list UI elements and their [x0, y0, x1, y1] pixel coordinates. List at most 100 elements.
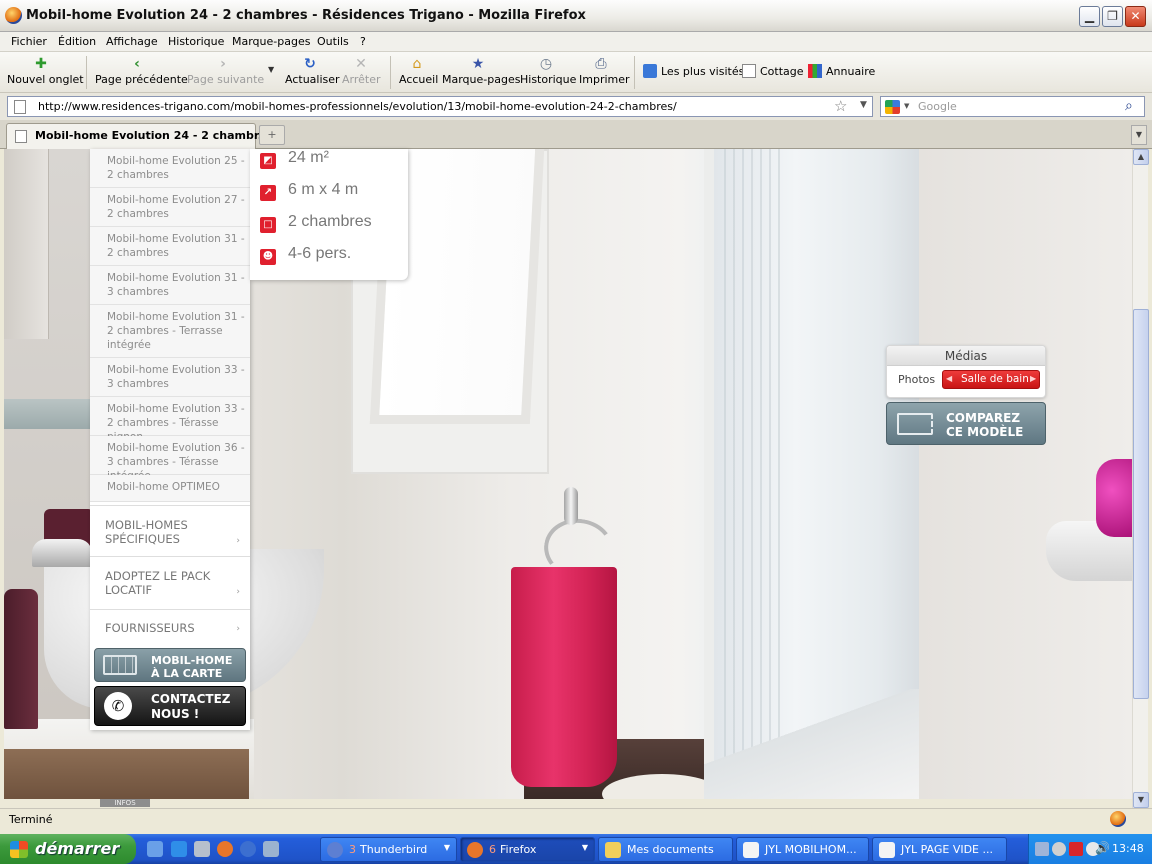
reload-button[interactable]: ↻ Actualiser: [285, 54, 340, 91]
bookmark-cottage[interactable]: Cottage: [742, 64, 804, 78]
bookmarks-button[interactable]: ★ Marque-pages: [442, 54, 520, 91]
model-link[interactable]: Mobil-home Evolution 31 - 2 chambres - T…: [90, 305, 250, 358]
next-arrow-icon[interactable]: ▶: [1030, 374, 1036, 383]
photo-category-value: Salle de bain: [961, 373, 1029, 385]
menu-marque-pages[interactable]: Marque-pages: [232, 35, 310, 48]
menu-historique[interactable]: Historique: [168, 35, 224, 48]
system-tray: 🔊 13:48: [1028, 834, 1152, 864]
task-label: Firefox: [500, 843, 537, 856]
clock[interactable]: 13:48: [1112, 842, 1144, 855]
search-bar[interactable]: ▼ Google ⌕: [880, 96, 1145, 117]
section-label: FOURNISSEURS: [105, 621, 195, 635]
compare-plan-icon: [897, 413, 933, 435]
section-mobil-homes-specifiques[interactable]: MOBIL-HOMES SPÉCIFIQUES ›: [90, 505, 250, 549]
minimize-button[interactable]: ▁: [1079, 6, 1100, 27]
history-dropdown-icon[interactable]: ▼: [268, 65, 274, 74]
bookmark-label: Annuaire: [826, 65, 876, 78]
model-link[interactable]: Mobil-home Evolution 31 - 2 chambres: [90, 227, 250, 266]
new-tab-button[interactable]: ✚ Nouvel onglet: [7, 54, 84, 91]
google-icon[interactable]: [885, 100, 900, 114]
menu-affichage[interactable]: Affichage: [106, 35, 158, 48]
contact-label-2: NOUS !: [151, 707, 200, 721]
prev-arrow-icon[interactable]: ◀: [946, 374, 952, 383]
document-icon: [743, 842, 759, 858]
back-button[interactable]: ‹ Page précédente: [95, 54, 188, 91]
model-link[interactable]: Mobil-home Evolution 33 - 3 chambres: [90, 358, 250, 397]
menu-help[interactable]: ?: [360, 35, 366, 48]
bookmark-label: Les plus visités: [661, 65, 745, 78]
task-mes-documents[interactable]: Mes documents: [598, 837, 733, 862]
printer-icon: ⎙: [595, 56, 607, 72]
scroll-up-icon[interactable]: ▲: [1133, 149, 1149, 165]
quicklaunch-ie-icon[interactable]: [171, 841, 187, 857]
scrollbar-thumb[interactable]: [1133, 309, 1149, 699]
stop-icon: ✕: [355, 56, 367, 72]
start-button[interactable]: démarrer: [0, 834, 136, 864]
home-button[interactable]: ⌂ Accueil: [399, 54, 438, 91]
vertical-scrollbar[interactable]: ▲ ▼: [1132, 149, 1149, 808]
quicklaunch-desktop-icon[interactable]: [147, 841, 163, 857]
task-thunderbird[interactable]: 3 Thunderbird ▼: [320, 837, 457, 862]
print-button[interactable]: ⎙ Imprimer: [579, 54, 630, 91]
quicklaunch-media-icon[interactable]: [240, 841, 256, 857]
search-icon[interactable]: ⌕: [1125, 98, 1133, 114]
engine-dropdown-icon[interactable]: ▼: [904, 102, 909, 110]
quicklaunch-app-icon[interactable]: [194, 841, 210, 857]
antivirus-icon[interactable]: [1069, 842, 1083, 856]
contactez-nous-button[interactable]: ✆ CONTACTEZ NOUS !: [94, 686, 246, 726]
spec-area-value: 24 m²: [288, 149, 329, 166]
scroll-down-icon[interactable]: ▼: [1133, 792, 1149, 808]
stop-button[interactable]: ✕ Arrêter: [342, 54, 381, 91]
model-link[interactable]: Mobil-home Evolution 25 - 2 chambres: [90, 149, 250, 188]
background-pink-vase: [1096, 459, 1132, 537]
mobil-home-a-la-carte-button[interactable]: MOBIL-HOME À LA CARTE: [94, 648, 246, 682]
page-icon: [14, 100, 26, 114]
task-jyl-page-vide[interactable]: JYL PAGE VIDE ...: [872, 837, 1007, 862]
maximize-button[interactable]: ❐: [1102, 6, 1123, 27]
new-tab-plus-button[interactable]: +: [259, 125, 285, 145]
url-bar[interactable]: http://www.residences-trigano.com/mobil-…: [7, 96, 873, 117]
task-jyl-mobilhom[interactable]: JYL MOBILHOM...: [736, 837, 869, 862]
windows-flag-icon: [10, 841, 28, 858]
compare-model-button[interactable]: COMPAREZ CE MODÈLE: [886, 402, 1046, 445]
background-bottle: [4, 589, 38, 729]
menu-fichier[interactable]: Fichier: [11, 35, 47, 48]
url-text[interactable]: http://www.residences-trigano.com/mobil-…: [38, 100, 677, 113]
quicklaunch-user-icon[interactable]: [263, 841, 279, 857]
bookmark-star-icon[interactable]: ☆: [834, 97, 847, 115]
bookmark-annuaire[interactable]: Annuaire: [808, 64, 875, 78]
tray-app-icon[interactable]: [1052, 842, 1066, 856]
tab-list-button[interactable]: ▼: [1131, 125, 1147, 145]
model-link[interactable]: Mobil-home Evolution 36 - 3 chambres - T…: [90, 436, 250, 482]
forward-button[interactable]: › Page suivante: [187, 54, 264, 91]
menu-edition[interactable]: Édition: [58, 35, 96, 48]
footer-infos-tab[interactable]: INFOS: [100, 799, 150, 807]
toolbar-separator: [634, 56, 635, 89]
forward-label: Page suivante: [187, 73, 265, 86]
task-firefox[interactable]: 6 Firefox ▼: [460, 837, 595, 862]
toolbar-separator: [86, 56, 87, 89]
search-input[interactable]: Google: [918, 100, 957, 113]
section-fournisseurs[interactable]: FOURNISSEURS ›: [90, 609, 250, 643]
photo-category-selector[interactable]: ◀ Salle de bain ▶: [942, 370, 1040, 389]
menu-outils[interactable]: Outils: [317, 35, 349, 48]
model-link[interactable]: Mobil-home Evolution 33 - 2 chambres - T…: [90, 397, 250, 443]
quicklaunch-firefox-icon[interactable]: [217, 841, 233, 857]
url-dropdown-icon[interactable]: ▼: [860, 100, 867, 110]
tab-bar: Mobil-home Evolution 24 - 2 chambr... + …: [0, 120, 1152, 149]
volume-icon[interactable]: 🔊: [1095, 841, 1110, 855]
model-link[interactable]: Mobil-home OPTIMEO: [90, 475, 250, 502]
bookmark-most-visited[interactable]: Les plus visités: [643, 64, 744, 78]
history-button[interactable]: ◷ Historique: [520, 54, 576, 91]
network-icon[interactable]: [1035, 842, 1049, 856]
tab-active[interactable]: Mobil-home Evolution 24 - 2 chambr...: [6, 123, 270, 149]
section-label: MOBIL-HOMES SPÉCIFIQUES: [105, 518, 188, 546]
task-label: JYL MOBILHOM...: [765, 843, 857, 856]
model-link[interactable]: Mobil-home Evolution 31 - 3 chambres: [90, 266, 250, 305]
model-link[interactable]: Mobil-home Evolution 27 - 2 chambres: [90, 188, 250, 227]
model-sidebar-menu: Mobil-home Evolution 25 - 2 chambres Mob…: [90, 149, 250, 730]
close-button[interactable]: ✕: [1125, 6, 1146, 27]
task-label: Mes documents: [627, 843, 714, 856]
contact-label-1: CONTACTEZ: [151, 692, 231, 706]
section-pack-locatif[interactable]: ADOPTEZ LE PACK LOCATIF ›: [90, 556, 250, 602]
